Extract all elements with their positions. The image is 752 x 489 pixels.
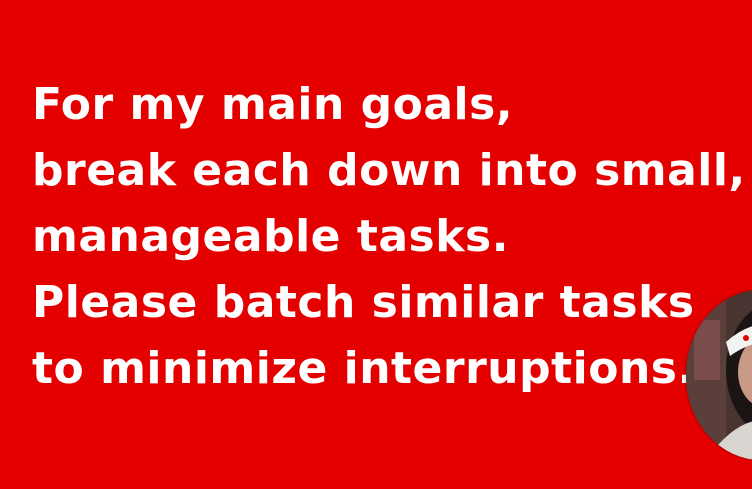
text-line-1: For my main goals, <box>32 79 514 130</box>
text-line-3: manageable tasks. <box>32 211 509 262</box>
text-line-4: Please batch similar tasks <box>32 277 695 328</box>
text-line-5: to minimize interruptions. <box>32 343 695 394</box>
slide-text-block: For my main goals, break each down into … <box>32 72 746 402</box>
text-line-2: break each down into small, <box>32 145 746 196</box>
slide: For my main goals, break each down into … <box>0 0 752 489</box>
